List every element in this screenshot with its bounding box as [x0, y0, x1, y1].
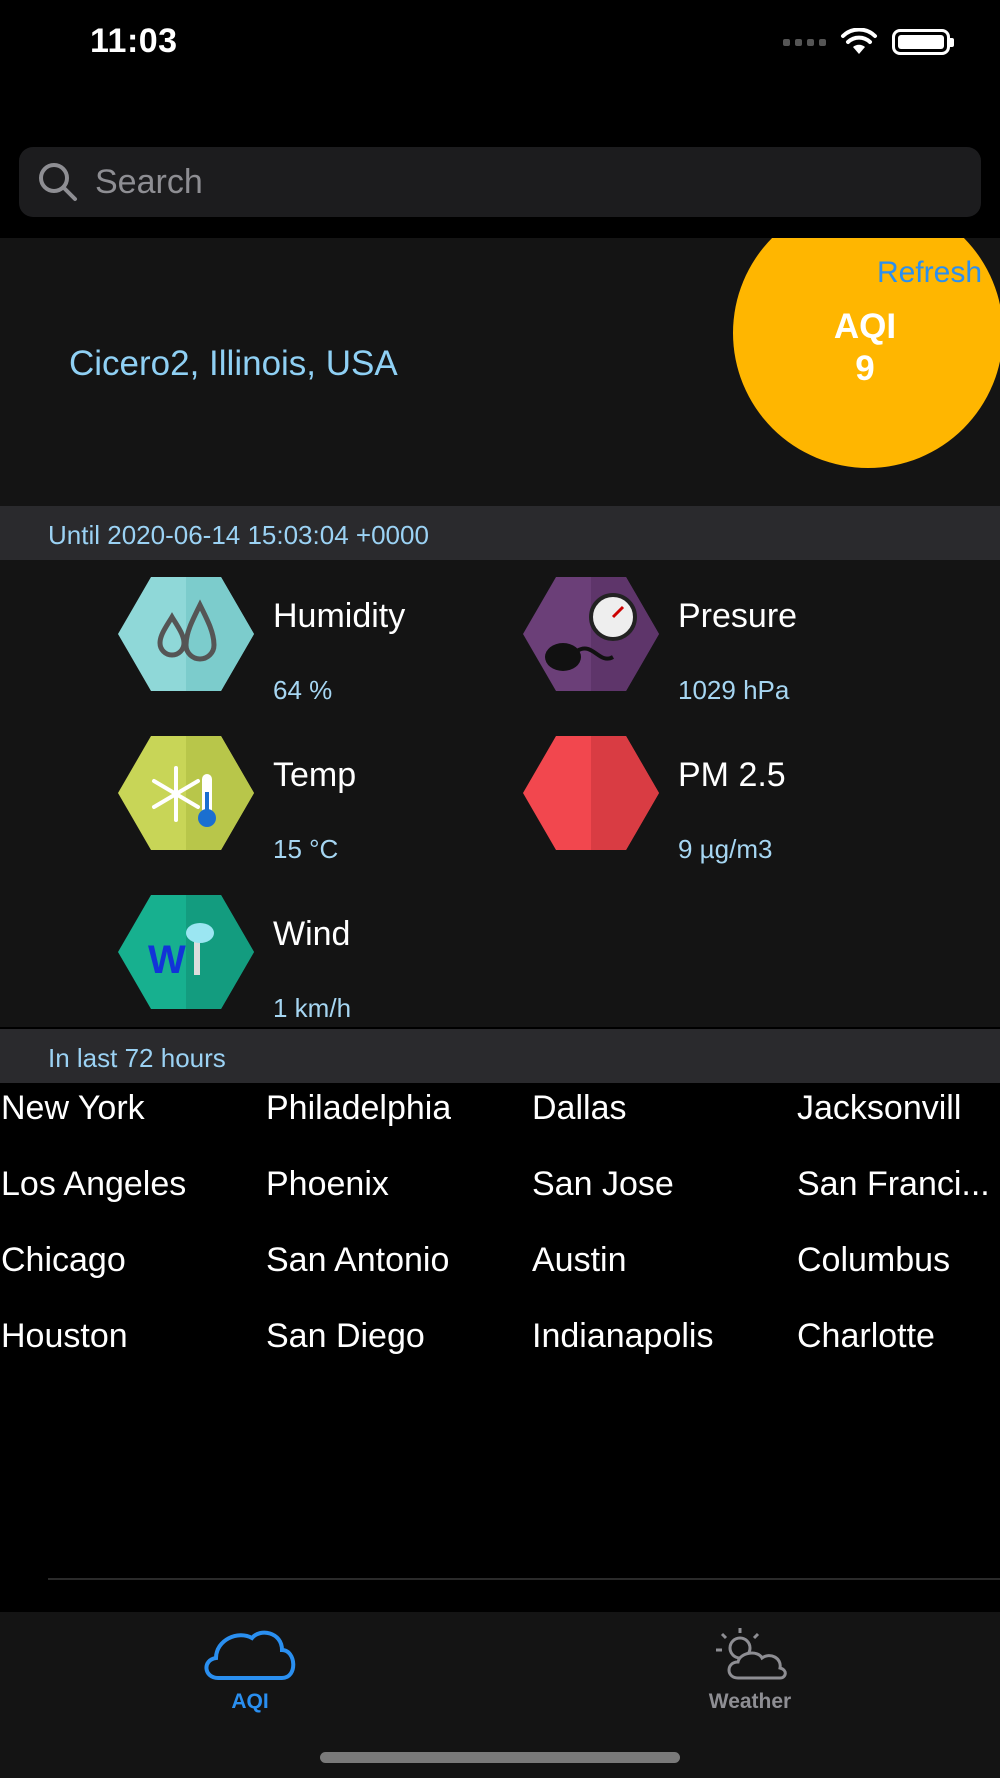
- refresh-button[interactable]: Refresh: [877, 256, 982, 290]
- wind-icon: W: [118, 895, 254, 1009]
- city-item[interactable]: Houston: [1, 1317, 128, 1356]
- until-text: Until 2020-06-14 15:03:04 +0000: [48, 520, 429, 550]
- city-item[interactable]: Jacksonvill: [797, 1089, 1000, 1128]
- home-indicator[interactable]: [320, 1752, 680, 1763]
- history-header: In last 72 hours: [0, 1029, 1000, 1083]
- city-item[interactable]: San Franci...: [797, 1165, 1000, 1204]
- search-bar[interactable]: [19, 147, 981, 217]
- metric-title: PM 2.5: [678, 756, 786, 794]
- city-item[interactable]: Dallas: [532, 1089, 626, 1128]
- cloud-icon: [204, 1630, 296, 1680]
- city-item[interactable]: Charlotte: [797, 1317, 1000, 1356]
- metric-value: 1 km/h: [273, 993, 352, 1023]
- city-item[interactable]: Chicago: [1, 1241, 126, 1280]
- tab-label: Weather: [708, 1690, 792, 1713]
- city-item[interactable]: Los Angeles: [1, 1165, 186, 1204]
- location-header: Cicero2, Illinois, USA AQI 9 Refresh: [0, 238, 1000, 506]
- search-input[interactable]: [93, 161, 947, 203]
- pm25-icon: [523, 736, 659, 850]
- location-name: Cicero2, Illinois, USA: [69, 344, 398, 383]
- pressure-icon: [523, 577, 659, 691]
- tab-aqi[interactable]: AQI: [0, 1612, 500, 1722]
- humidity-icon: [118, 577, 254, 691]
- aqi-label: AQI: [833, 307, 897, 346]
- search-icon: [37, 161, 79, 203]
- metric-value: 9 µg/m3: [678, 834, 773, 864]
- tab-weather[interactable]: Weather: [500, 1612, 1000, 1722]
- wifi-icon: [841, 28, 877, 54]
- battery-icon: [892, 29, 954, 55]
- metric-value: 64 %: [273, 675, 333, 705]
- city-item[interactable]: San Jose: [532, 1165, 674, 1204]
- svg-text:W: W: [148, 938, 186, 982]
- city-item[interactable]: Phoenix: [266, 1165, 389, 1204]
- divider: [48, 1578, 1000, 1580]
- city-item[interactable]: San Diego: [266, 1317, 425, 1356]
- metric-title: Humidity: [273, 597, 406, 635]
- metric-value: 15 °C: [273, 834, 339, 864]
- temperature-icon: [118, 736, 254, 850]
- status-icons: [783, 28, 954, 56]
- city-item[interactable]: Philadelphia: [266, 1089, 451, 1128]
- metric-title: Presure: [678, 597, 798, 635]
- city-item[interactable]: San Antonio: [266, 1241, 449, 1280]
- city-item[interactable]: Columbus: [797, 1241, 1000, 1280]
- sun-cloud-icon: [716, 1628, 787, 1680]
- city-item[interactable]: Indianapolis: [532, 1317, 713, 1356]
- history-text: In last 72 hours: [48, 1043, 226, 1073]
- metric-value: 1029 hPa: [678, 675, 790, 705]
- status-time: 11:03: [90, 22, 178, 60]
- aqi-value: 9: [855, 349, 875, 388]
- city-item[interactable]: Austin: [532, 1241, 627, 1280]
- until-header: Until 2020-06-14 15:03:04 +0000: [0, 506, 1000, 560]
- metric-title: Temp: [273, 756, 357, 794]
- metric-title: Wind: [273, 915, 351, 953]
- cellular-signal-icon: [783, 38, 826, 46]
- aqi-badge: AQI 9: [760, 306, 970, 390]
- city-item[interactable]: New York: [1, 1089, 145, 1128]
- tab-label: AQI: [231, 1690, 269, 1713]
- metrics-panel: Humidity 64 % Presure 1029 hPa Temp 15 °…: [0, 560, 1000, 1027]
